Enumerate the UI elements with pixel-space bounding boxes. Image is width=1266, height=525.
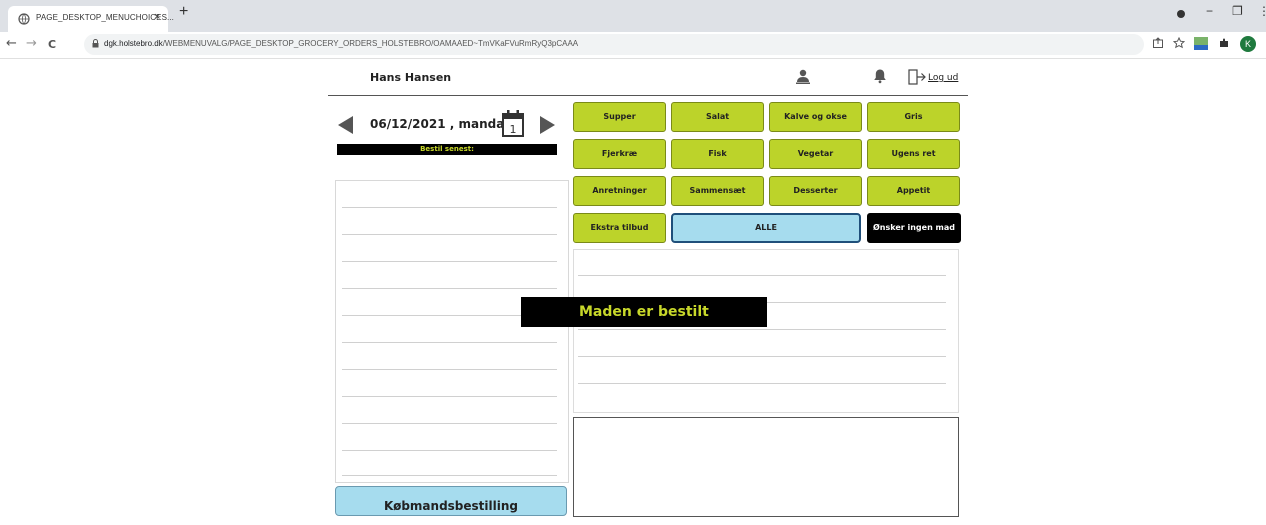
browser-tab-bar: PAGE_DESKTOP_MENUCHOICES... × + − ❐ ⋮ [0,0,1266,32]
address-bar: ← → C dgk.holstebro.dk/WEBMENUVALG/PAGE_… [0,32,1266,59]
order-list [335,180,569,483]
menu-icon[interactable]: ⋮ [1258,4,1266,18]
profile-avatar[interactable]: K [1240,36,1256,52]
category-kalve-button[interactable]: Kalve og okse [769,102,862,132]
category-anretninger-button[interactable]: Anretninger [573,176,666,206]
list-row-divider [342,207,557,208]
calendar-icon[interactable]: 1 [502,109,524,137]
new-tab-button[interactable]: + [179,3,188,21]
category-fisk-button[interactable]: Fisk [671,139,764,169]
globe-icon [18,13,30,25]
logout-icon[interactable] [908,69,926,85]
grocery-order-button[interactable]: Købmandsbestilling [335,486,567,516]
menu-row-divider [578,275,946,276]
back-button[interactable]: ← [6,36,17,51]
user-icon[interactable] [796,68,810,84]
star-icon[interactable] [1173,37,1185,49]
header-divider [328,95,968,96]
share-icon[interactable] [1152,37,1164,49]
list-row-divider [342,234,557,235]
user-name: Hans Hansen [370,71,452,84]
calendar-day: 1 [510,123,517,136]
list-row-divider [342,261,557,262]
category-gris-button[interactable]: Gris [867,102,960,132]
logout-link[interactable]: Log ud [928,73,958,83]
category-salat-button[interactable]: Salat [671,102,764,132]
order-placed-banner: Maden er bestilt [521,297,767,327]
menu-detail-panel [573,417,959,517]
list-row-divider [342,396,557,397]
menu-row-divider [578,356,946,357]
category-desserter-button[interactable]: Desserter [769,176,862,206]
forward-button[interactable]: → [26,36,37,51]
url-text: dgk.holstebro.dk/WEBMENUVALG/PAGE_DESKTO… [104,39,578,48]
list-row-divider [342,288,557,289]
minimize-button[interactable]: − [1206,4,1213,18]
list-row-divider [342,342,557,343]
category-ekstra-tilbud-button[interactable]: Ekstra tilbud [573,213,666,243]
restore-button[interactable]: ❐ [1232,4,1243,18]
category-sammensaet-button[interactable]: Sammensæt [671,176,764,206]
close-tab-icon[interactable]: × [154,11,160,23]
extension-dot-icon[interactable] [1176,9,1186,19]
list-row-divider [342,475,557,476]
menu-row-divider [578,383,946,384]
no-food-button[interactable]: Ønsker ingen mad [867,213,961,243]
bell-icon[interactable] [873,68,887,84]
list-row-divider [342,369,557,370]
category-alle-button[interactable]: ALLE [671,213,861,243]
lock-icon [92,39,99,48]
new-extension-icon[interactable] [1193,35,1209,51]
date-label: 06/12/2021 , mandag [370,117,513,131]
menu-list [573,249,959,413]
url-path: /WEBMENUVALG/PAGE_DESKTOP_GROCERY_ORDERS… [162,39,579,48]
list-row-divider [342,450,557,451]
menu-row-divider [578,329,946,330]
category-vegetar-button[interactable]: Vegetar [769,139,862,169]
category-appetit-button[interactable]: Appetit [867,176,960,206]
next-day-arrow-icon[interactable] [540,116,555,134]
list-row-divider [342,423,557,424]
url-host: dgk.holstebro.dk [104,39,163,48]
category-supper-button[interactable]: Supper [573,102,666,132]
browser-tab[interactable]: PAGE_DESKTOP_MENUCHOICES... × [8,6,174,32]
puzzle-icon[interactable] [1218,37,1230,49]
url-field[interactable]: dgk.holstebro.dk/WEBMENUVALG/PAGE_DESKTO… [84,34,1144,55]
deadline-bar: Bestil senest: [337,144,557,155]
prev-day-arrow-icon[interactable] [338,116,353,134]
category-ugens-ret-button[interactable]: Ugens ret [867,139,960,169]
reload-button[interactable]: C [48,38,56,51]
category-fjerkrae-button[interactable]: Fjerkræ [573,139,666,169]
